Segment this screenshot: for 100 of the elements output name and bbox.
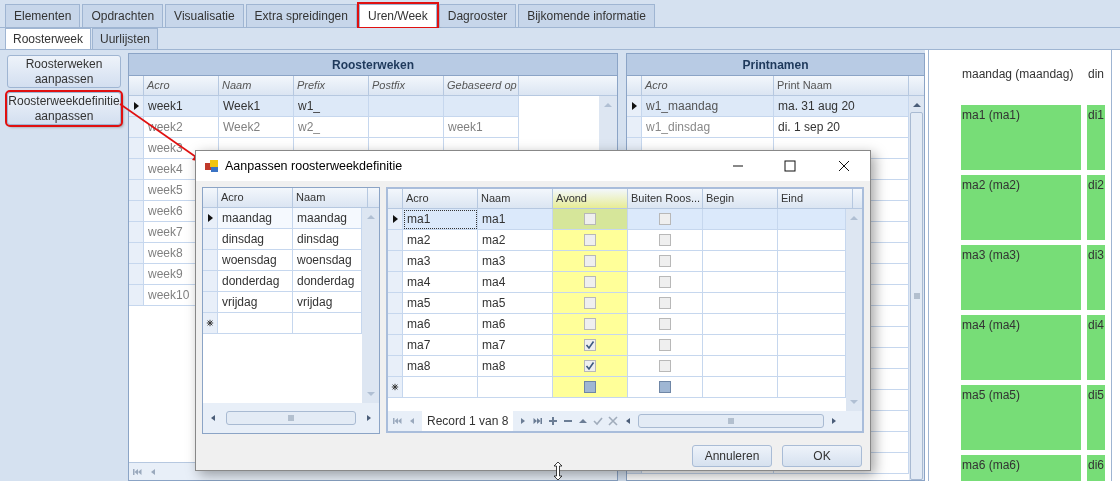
checkbox[interactable] [659,234,671,246]
column-header[interactable]: Buiten Roos... [628,189,703,209]
column-header[interactable]: Begin [703,189,778,209]
scroll-down-icon[interactable] [365,389,376,399]
checkbox[interactable] [584,255,596,267]
first-record-icon[interactable] [132,466,142,477]
column-header[interactable]: Postfix [369,76,444,96]
period-block[interactable]: ma4 (ma4) [961,315,1081,380]
grid-title: Roosterweken [129,54,617,76]
scrollbar[interactable] [846,209,862,411]
period-block[interactable]: di4 [1087,315,1105,380]
column-header[interactable]: Acro [642,76,774,96]
column-header[interactable]: Eind [778,189,853,209]
period-block[interactable]: ma2 (ma2) [961,175,1081,240]
period-block[interactable]: di2 [1087,175,1105,240]
grip-icon[interactable] [286,413,296,423]
new-row-icon[interactable] [206,319,214,327]
row-indicator[interactable] [129,96,144,117]
last-record-icon[interactable] [533,416,544,426]
tab[interactable]: Dagrooster [438,4,517,27]
checkbox[interactable] [659,213,671,225]
grip-icon[interactable] [726,416,737,426]
period-block[interactable]: ma5 (ma5) [961,385,1081,450]
tab[interactable]: Roosterweek [5,28,92,49]
period-block[interactable]: ma6 (ma6) [961,455,1081,481]
period-block[interactable]: ma3 (ma3) [961,245,1081,310]
checkbox[interactable] [584,234,596,246]
checkbox[interactable] [659,276,671,288]
checkbox[interactable] [659,255,671,267]
period-block[interactable]: di1 [1087,105,1105,170]
save-record-icon[interactable] [593,416,604,426]
scroll-up-icon[interactable] [911,100,922,110]
checkbox[interactable] [659,360,671,372]
column-header[interactable]: Gebaseerd op [444,76,519,96]
record-counter: Record 1 van 8 [422,411,514,431]
tab[interactable]: Uurlijsten [92,28,159,49]
tab[interactable]: Elementen [5,4,81,27]
column-header[interactable]: Print Naam [774,76,909,96]
grip-icon[interactable] [911,291,922,301]
column-header[interactable]: Prefix [294,76,369,96]
tab[interactable]: Visualisatie [165,4,244,27]
header-corner [129,76,144,96]
checkbox[interactable] [584,318,596,330]
edit-record-icon[interactable] [578,416,589,426]
dialog-button[interactable]: OK [782,445,862,467]
table-cell: week1 [444,117,519,138]
side-button[interactable]: Roosterweekdefinitie aanpassen [7,92,121,125]
table-cell: ma5 [403,293,478,314]
add-record-icon[interactable] [548,416,559,426]
close-icon[interactable] [838,160,850,172]
column-header[interactable]: Naam [478,189,553,209]
tab[interactable]: Uren/Week [358,4,437,27]
checkbox[interactable] [584,339,596,351]
table-cell: w2_ [294,117,369,138]
table-cell: w1_ [294,96,369,117]
checkbox[interactable] [584,297,596,309]
checkbox[interactable] [659,381,671,393]
checkbox[interactable] [584,381,596,393]
tab[interactable]: Extra spreidingen [245,4,357,27]
row-indicator[interactable] [388,209,403,230]
horizontal-scrollbar[interactable] [203,403,379,433]
side-button[interactable]: Roosterweken aanpassen [7,55,121,88]
scrollbar[interactable] [909,96,924,480]
period-block[interactable]: ma1 (ma1) [961,105,1081,170]
table-cell: vrijdag [218,292,293,313]
first-record-icon[interactable] [392,416,402,426]
dialog-button[interactable]: Annuleren [692,445,772,467]
column-header[interactable]: Acro [403,189,478,209]
header-corner [388,189,403,209]
column-header[interactable]: Acro [144,76,219,96]
new-row-icon[interactable] [391,383,399,391]
header-filler [909,76,924,96]
column-header[interactable]: Naam [219,76,294,96]
column-header[interactable]: Naam [293,188,368,208]
scrollbar[interactable] [362,208,379,403]
maximize-icon[interactable] [784,160,796,172]
table-cell: Week2 [219,117,294,138]
column-header[interactable]: Avond [553,189,628,209]
row-indicator[interactable] [203,208,218,229]
checkbox[interactable] [584,276,596,288]
horizontal-scrollbar[interactable] [638,414,824,428]
table-cell: maandag [218,208,293,229]
column-header[interactable]: Acro [218,188,293,208]
checkbox[interactable] [584,360,596,372]
tab[interactable]: Bijkomende informatie [518,4,655,27]
period-block[interactable]: di3 [1087,245,1105,310]
period-block[interactable]: di6 [1087,455,1105,481]
day-header: maandag (maandag) [961,66,1075,83]
checkbox[interactable] [659,339,671,351]
table-cell: ma6 [403,314,478,335]
checkbox[interactable] [659,318,671,330]
cancel-edit-icon[interactable] [608,416,619,426]
row-indicator[interactable] [627,96,642,117]
tab[interactable]: Opdrachten [82,4,164,27]
checkbox[interactable] [584,213,596,225]
period-block[interactable]: di5 [1087,385,1105,450]
table-cell: ma3 [403,251,478,272]
scroll-down-icon[interactable] [849,397,859,407]
checkbox[interactable] [659,297,671,309]
table-cell: ma7 [403,335,478,356]
